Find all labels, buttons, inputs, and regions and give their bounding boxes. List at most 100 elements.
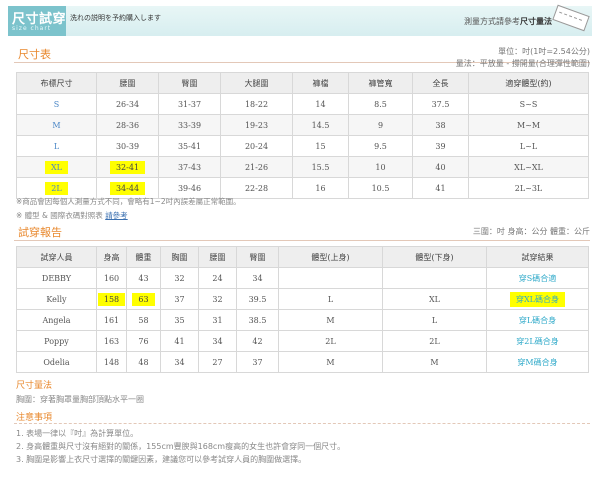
size-header-cell: 布標尺寸 [16, 72, 97, 94]
size-reference-link[interactable]: 請參考 [105, 211, 128, 220]
cell-text: S~S [519, 99, 538, 109]
cell-text: 37.5 [431, 99, 450, 109]
size-chart-title: 尺寸表 [18, 48, 51, 61]
cell-text: 41 [174, 336, 185, 346]
fitting-header-cell: 臀圍 [236, 246, 279, 268]
size-value-cell: L~L [468, 135, 589, 157]
size-header-cell: 全長 [412, 72, 469, 94]
fitting-value-cell: 39.5 [236, 288, 279, 310]
cell-text: 161 [103, 315, 120, 325]
cell-text: 32-41 [109, 160, 146, 174]
cell-text: 34 [252, 273, 263, 283]
fitting-value-cell: 24 [198, 267, 237, 289]
fitting-value-cell: 42 [236, 330, 279, 352]
cell-text: 21-26 [244, 162, 269, 172]
cell-text: 39-46 [177, 183, 202, 193]
cell-text: Odelia [43, 357, 70, 367]
size-value-cell: 19-23 [220, 114, 293, 136]
fitting-value-cell: 37 [160, 288, 199, 310]
cell-text: 158 [97, 292, 126, 306]
cell-text: 39.5 [248, 294, 267, 304]
cell-text: 9 [377, 120, 384, 130]
table-row: Poppy 163 76 41 34 42 2L 2L 穿2L碼合身 [16, 330, 589, 352]
fitting-value-cell: 43 [126, 267, 161, 289]
fitting-value-cell: 158 [96, 288, 127, 310]
measure-title: 尺寸量法 [16, 381, 53, 391]
fitting-header-cell: 體型(下身) [382, 246, 487, 268]
cell-text: Kelly [46, 294, 67, 304]
cell-text: 2L [45, 181, 68, 195]
fitting-value-cell [382, 267, 487, 289]
size-value-cell: 40 [412, 156, 469, 178]
cell-text: 26-34 [115, 99, 140, 109]
cell-text: 2L~3L [514, 183, 543, 193]
cell-text: 穿XL碼合身 [509, 291, 565, 307]
fitting-value-cell: Kelly [16, 288, 97, 310]
cell-text: 穿L碼合身 [518, 315, 557, 325]
size-value-cell: XL~XL [468, 156, 589, 178]
cell-text: 40 [435, 162, 446, 172]
cell-text: Angela [42, 315, 71, 325]
cell-text: XL [44, 160, 68, 174]
cell-text: 41 [435, 183, 446, 193]
measure-text: 胸圍：穿著胸罩量胸部頂點水平一圈 [16, 395, 144, 404]
fitting-value-cell: Poppy [16, 330, 97, 352]
cell-text: 穿M碼合身 [517, 357, 558, 367]
cell-text: DEBBY [41, 273, 72, 283]
cell-text: L [327, 294, 334, 304]
size-label-cell: XL [16, 156, 97, 178]
cell-text: 43 [138, 273, 149, 283]
fitting-header-row: 試穿人員 身高 體重 胸圍 腰圍 臀圍 體型(上身) 體型(下身) 試穿結果 [16, 246, 589, 268]
cell-text: 35 [174, 315, 185, 325]
cell-text: 58 [138, 315, 149, 325]
cell-text: 30-39 [115, 141, 140, 151]
fitting-value-cell: 58 [126, 309, 161, 331]
size-chart-note-2-prefix: ※ 體型 & 國際衣碼對照表 [16, 211, 103, 220]
fitting-value-cell: 34 [198, 330, 237, 352]
size-value-cell: 10 [348, 156, 413, 178]
fitting-value-cell: L [278, 288, 383, 310]
size-value-cell: 37-43 [158, 156, 221, 178]
fitting-value-cell: 32 [198, 288, 237, 310]
fitting-value-cell: 34 [236, 267, 279, 289]
table-row: L 30-39 35-41 20-24 15 9.5 39 L~L [16, 135, 589, 157]
banner-right-bold: 尺寸量法 [520, 17, 552, 26]
cell-text: 34 [174, 357, 185, 367]
fitting-header-cell: 腰圍 [198, 246, 237, 268]
header-banner: 尺寸試穿 size chart 洗れの説明を予約購入します 測量方式請參考尺寸量… [8, 4, 592, 36]
size-value-cell: 15.5 [292, 156, 349, 178]
cell-text: 16 [315, 183, 326, 193]
notice-item-2: 2. 身高體重與尺寸沒有絕對的關係，155cm豐腴與168cm瘦高的女生也許會穿… [16, 442, 346, 451]
size-value-cell: 31-37 [158, 93, 221, 115]
size-header-cell: 臀圍 [158, 72, 221, 94]
size-value-cell: 15 [292, 135, 349, 157]
cell-text: 14 [315, 99, 326, 109]
size-value-cell: S~S [468, 93, 589, 115]
size-value-cell: 8.5 [348, 93, 413, 115]
size-header-cell: 褲管寬 [348, 72, 413, 94]
cell-text: 27 [212, 357, 223, 367]
banner-right-note: 測量方式請參考尺寸量法 [464, 16, 552, 27]
size-value-cell: 26-34 [96, 93, 159, 115]
fitting-value-cell: 32 [160, 267, 199, 289]
size-value-cell: 32-41 [96, 156, 159, 178]
fitting-value-cell: L [382, 309, 487, 331]
size-label-cell: M [16, 114, 97, 136]
size-value-cell: 14 [292, 93, 349, 115]
cell-text: 20-24 [244, 141, 269, 151]
cell-text: 34 [212, 336, 223, 346]
cell-text: 160 [103, 273, 120, 283]
fitting-result-cell: 穿S碼合適 [486, 267, 589, 289]
cell-text: M [326, 357, 335, 367]
size-header-cell: 褲檔 [292, 72, 349, 94]
fitting-result-cell: 穿M碼合身 [486, 351, 589, 373]
cell-text: 15.5 [311, 162, 330, 172]
cell-text: 10.5 [371, 183, 390, 193]
table-row: Odelia 148 48 34 27 37 M M 穿M碼合身 [16, 351, 589, 373]
size-value-cell: 2L~3L [468, 177, 589, 199]
banner-note: 洗れの説明を予約購入します [70, 14, 161, 22]
cell-text: 34-44 [109, 181, 146, 195]
cell-text: 2L [325, 336, 336, 346]
cell-text: 8.5 [374, 99, 387, 109]
fitting-value-cell: 161 [96, 309, 127, 331]
